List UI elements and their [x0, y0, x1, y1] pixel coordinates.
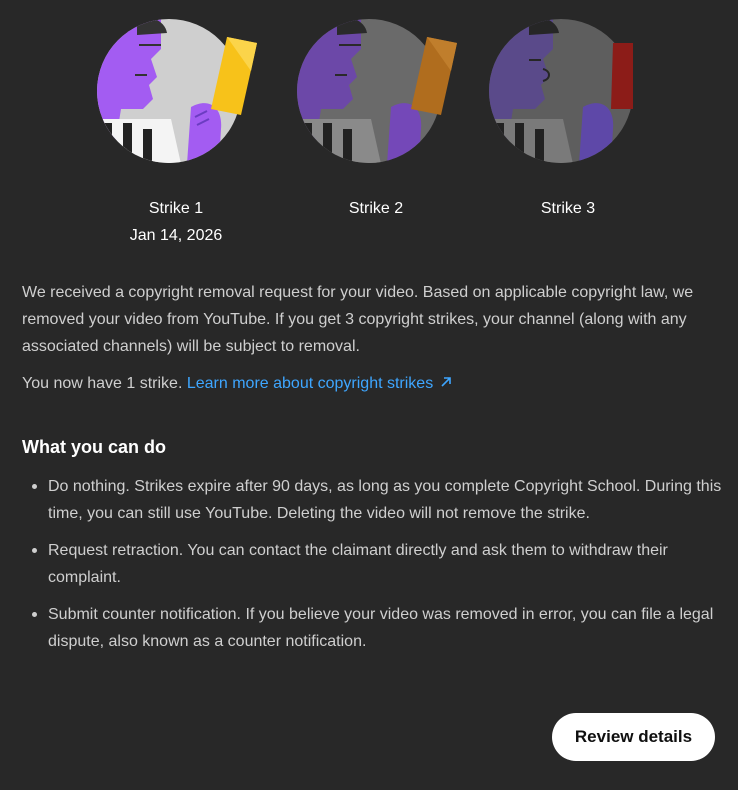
referee-orange-card-illustration — [297, 19, 457, 163]
list-item: Do nothing. Strikes expire after 90 days… — [22, 473, 722, 527]
strike-1-date: Jan 14, 2026 — [129, 227, 223, 244]
referee-yellow-card-illustration — [97, 19, 257, 163]
strike-count-text: You now have 1 strike. — [22, 375, 183, 392]
strike-1-label: Strike 1 — [148, 200, 204, 217]
notice-paragraph: We received a copyright removal request … — [22, 284, 694, 355]
strike-3-label: Strike 3 — [540, 200, 596, 217]
arrow-up-right-icon — [441, 377, 452, 387]
referee-red-card-illustration — [489, 19, 633, 163]
review-details-button[interactable]: Review details — [552, 713, 715, 761]
list-item: Request retraction. You can contact the … — [22, 537, 722, 591]
what-you-can-do-title: What you can do — [22, 437, 166, 457]
list-item: Submit counter notification. If you beli… — [22, 601, 722, 655]
strike-details: We received a copyright removal request … — [22, 279, 722, 655]
action-text: Submit counter notification. If you beli… — [48, 606, 714, 650]
strike-illustrations: Strike 1 Jan 14, 2026 Strike 2 Strike 3 — [0, 0, 738, 250]
strike-2: Strike 2 — [276, 0, 476, 226]
bullet-icon — [32, 612, 37, 617]
strike-1: Strike 1 Jan 14, 2026 — [76, 0, 276, 246]
strike-2-label: Strike 2 — [348, 200, 404, 217]
strike-3: Strike 3 — [468, 0, 668, 226]
actions-list: Do nothing. Strikes expire after 90 days… — [22, 473, 722, 655]
action-text: Request retraction. You can contact the … — [48, 542, 668, 586]
learn-more-link-label: Learn more about copyright strikes — [186, 375, 434, 392]
strike-count-line: You now have 1 strike. Learn more about … — [22, 370, 722, 397]
bullet-icon — [32, 484, 37, 489]
learn-more-link[interactable]: Learn more about copyright strikes — [187, 375, 453, 392]
bullet-icon — [32, 548, 37, 553]
action-text: Do nothing. Strikes expire after 90 days… — [48, 478, 722, 522]
